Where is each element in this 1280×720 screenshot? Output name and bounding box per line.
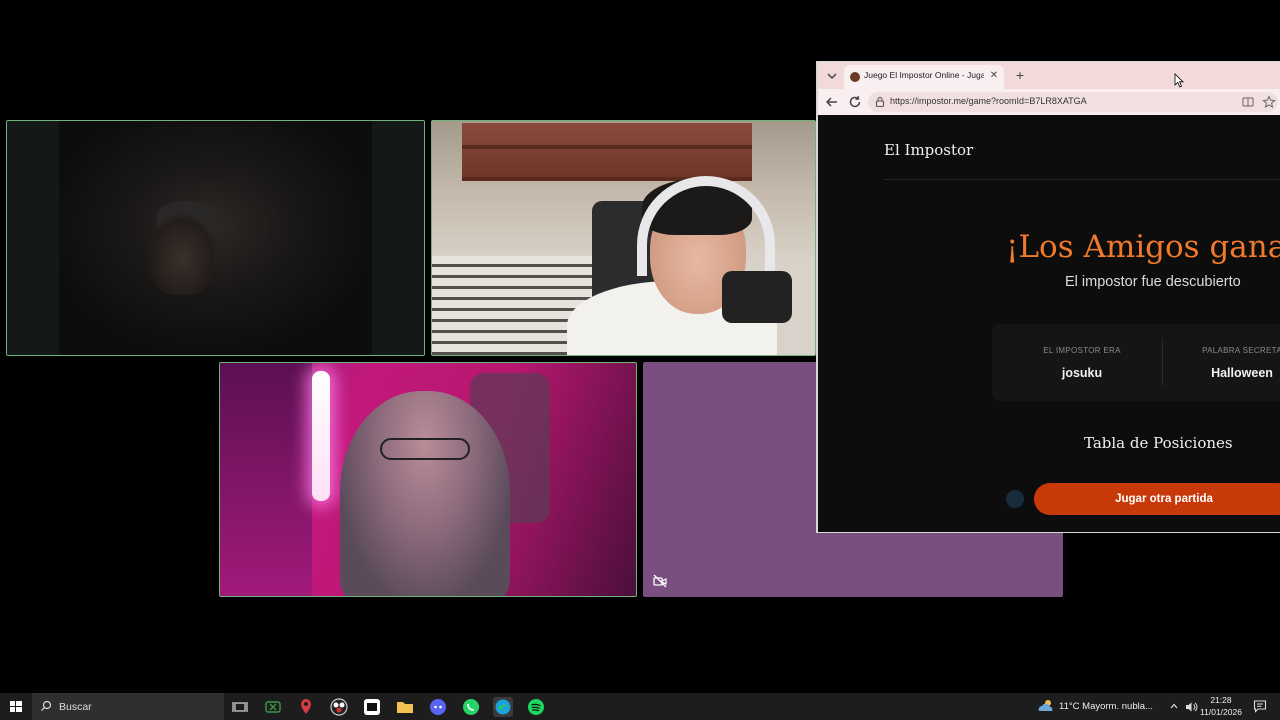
clock-time[interactable]: 21:28 bbox=[1200, 695, 1242, 705]
address-bar[interactable]: https://impostor.me/game?roomId=B7LR8XAT… bbox=[868, 92, 1278, 112]
secondary-round-button[interactable] bbox=[1006, 490, 1024, 508]
card-divider bbox=[1162, 338, 1163, 386]
webcam-feed bbox=[59, 121, 375, 355]
secret-word-label: PALABRA SECRETA bbox=[1202, 346, 1280, 355]
show-hidden-icons-chevron-icon[interactable] bbox=[1168, 700, 1180, 712]
site-info-icon[interactable] bbox=[874, 96, 886, 108]
taskbar-search-box[interactable]: Buscar bbox=[32, 693, 224, 720]
video-tile-participant-2[interactable] bbox=[431, 120, 816, 356]
windows-start-icon[interactable] bbox=[0, 693, 32, 720]
leaderboard-heading: Tabla de Posiciones bbox=[1084, 434, 1233, 452]
neon-light bbox=[312, 371, 330, 501]
microphone bbox=[722, 271, 792, 323]
header-divider bbox=[884, 179, 1280, 180]
tile-letterbox bbox=[372, 121, 424, 355]
background-shelf bbox=[462, 123, 752, 181]
edge-browser-icon[interactable] bbox=[493, 697, 513, 717]
maps-pin-icon[interactable] bbox=[296, 697, 316, 717]
xbox-app-icon[interactable] bbox=[263, 697, 283, 717]
back-arrow-icon[interactable] bbox=[824, 94, 840, 110]
search-label: Buscar bbox=[59, 701, 92, 713]
secret-word: Halloween bbox=[1211, 366, 1273, 380]
tab-title: Juego El Impostor Online - Jugar g bbox=[864, 70, 984, 80]
new-tab-icon[interactable]: + bbox=[1012, 67, 1028, 83]
browser-toolbar: https://impostor.me/game?roomId=B7LR8XAT… bbox=[818, 89, 1280, 115]
discord-app-icon[interactable] bbox=[428, 697, 448, 717]
result-heading: ¡Los Amigos gana bbox=[1006, 229, 1280, 265]
weather-text[interactable]: 11°C Mayorm. nubla... bbox=[1059, 701, 1153, 712]
site-favicon-icon bbox=[850, 72, 860, 82]
play-again-button[interactable]: Jugar otra partida bbox=[1034, 483, 1280, 515]
browser-window[interactable]: Juego El Impostor Online - Jugar g ✕ + h… bbox=[816, 61, 1280, 533]
participant-face bbox=[147, 213, 217, 295]
spotify-app-icon[interactable] bbox=[526, 697, 546, 717]
search-icon bbox=[41, 700, 52, 711]
participant-figure bbox=[340, 391, 510, 596]
tile-letterbox bbox=[7, 121, 59, 355]
background-wall bbox=[220, 363, 312, 596]
file-explorer-icon[interactable] bbox=[395, 697, 415, 717]
reveal-card: EL IMPOSTOR ERA josuku PALABRA SECRETA H… bbox=[992, 324, 1280, 401]
task-view-icon[interactable] bbox=[230, 697, 250, 717]
tab-search-chevron-icon[interactable] bbox=[824, 68, 840, 84]
video-tile-participant-3[interactable] bbox=[219, 362, 637, 597]
impostor-label: EL IMPOSTOR ERA bbox=[1043, 346, 1121, 355]
reload-icon[interactable] bbox=[847, 94, 863, 110]
bookmark-star-icon[interactable] bbox=[1262, 95, 1276, 109]
split-view-icon[interactable] bbox=[1242, 96, 1254, 108]
taskbar: Buscar 11°C Mayorm. nubla... 21:28 11/01… bbox=[0, 693, 1280, 720]
cloudy-weather-icon[interactable] bbox=[1036, 698, 1056, 714]
site-title[interactable]: El Impostor bbox=[884, 141, 973, 159]
obs-app-icon[interactable] bbox=[329, 697, 349, 717]
tab-strip: Juego El Impostor Online - Jugar g ✕ + bbox=[818, 62, 1280, 89]
notifications-icon[interactable] bbox=[1253, 699, 1267, 713]
camera-off-icon bbox=[653, 574, 667, 588]
browser-tab[interactable]: Juego El Impostor Online - Jugar g ✕ bbox=[844, 65, 1004, 89]
whatsapp-app-icon[interactable] bbox=[461, 697, 481, 717]
video-tile-participant-1[interactable] bbox=[6, 120, 425, 356]
result-subtitle: El impostor fue descubierto bbox=[1065, 274, 1241, 290]
clock-date[interactable]: 11/01/2026 bbox=[1200, 707, 1242, 717]
impostor-name: josuku bbox=[1061, 366, 1103, 380]
url-text: https://impostor.me/game?roomId=B7LR8XAT… bbox=[890, 96, 1087, 106]
mouse-cursor-icon bbox=[1174, 73, 1184, 88]
web-page: El Impostor ¡Los Amigos gana El impostor… bbox=[818, 115, 1280, 532]
participant-glasses bbox=[380, 438, 470, 460]
capcut-app-icon[interactable] bbox=[362, 697, 382, 717]
close-tab-icon[interactable]: ✕ bbox=[988, 70, 1000, 82]
volume-icon[interactable] bbox=[1184, 700, 1198, 714]
